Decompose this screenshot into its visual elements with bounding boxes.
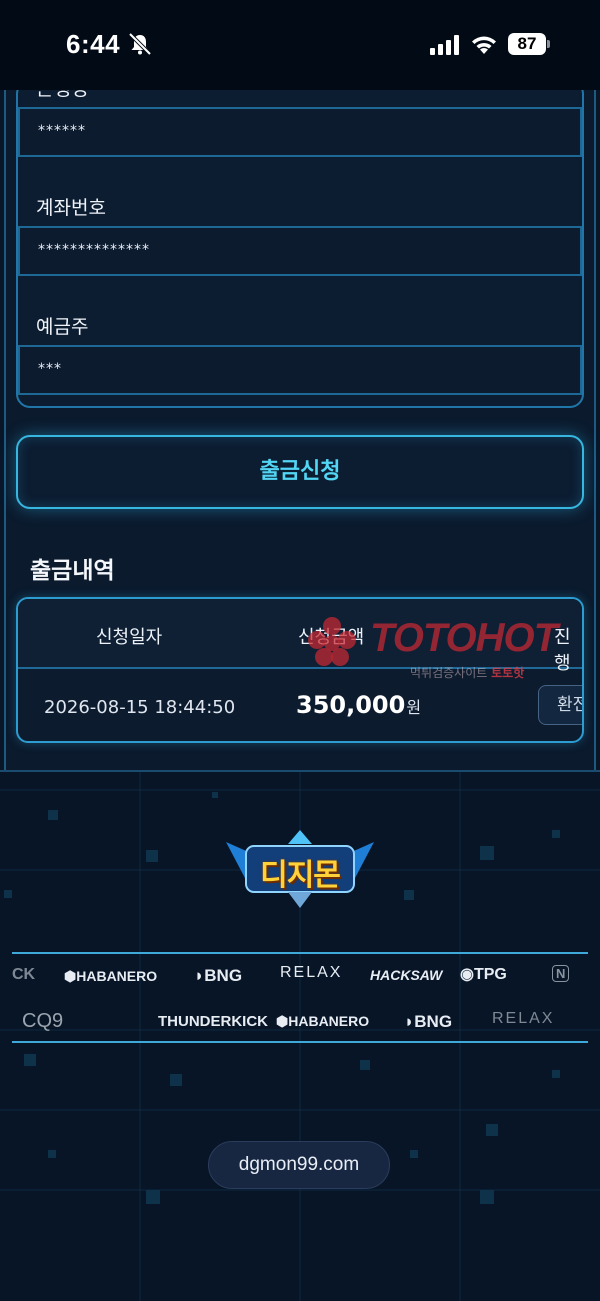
provider-logo: HACKSAW [370, 967, 443, 983]
bell-slash-icon [128, 33, 152, 55]
account-holder-field[interactable]: *** [18, 345, 582, 395]
provider-logo: RELAX [280, 964, 343, 981]
wifi-icon [472, 36, 496, 54]
column-header-status: 진행 [554, 627, 571, 674]
site-logo[interactable]: 디지몬 [222, 830, 378, 910]
provider-logo: CQ9 [22, 1010, 64, 1032]
status-bar: 6:44 87 [0, 0, 600, 90]
bank-name-label: 은행명 [36, 90, 88, 101]
footer-divider [0, 770, 600, 772]
footer: 디지몬 CK ⬢ HABANERO ◗BNG RELAX HACKSAW ◉TP… [0, 770, 600, 1301]
bng-icon: ◗ [404, 1012, 415, 1031]
row-amount-value: 350,000 [296, 691, 406, 719]
provider-logo: THUNDERKICK [158, 1013, 268, 1030]
bank-name-field[interactable]: ****** [18, 107, 582, 157]
provider-logo: ⬢ HABANERO [276, 1013, 370, 1029]
hexagon-icon: ⬢ [276, 1013, 289, 1029]
provider-logo: RELAX [492, 1010, 555, 1027]
status-time: 6:44 [66, 29, 121, 59]
battery-icon: 87 [508, 33, 550, 55]
withdraw-history-title: 출금내역 [30, 558, 115, 584]
account-number-field[interactable]: ************** [18, 226, 582, 276]
row-amount: 350,000원 [296, 691, 421, 719]
hexagon-icon: ⬢ [64, 968, 77, 984]
account-number-label: 계좌번호 [36, 197, 106, 219]
domain-url-pill[interactable]: dgmon99.com [208, 1141, 390, 1189]
row-amount-unit: 원 [406, 698, 422, 717]
provider-logo: ◗BNG [194, 966, 243, 985]
game-providers-strip: CK ⬢ HABANERO ◗BNG RELAX HACKSAW ◉TPG N … [12, 952, 588, 1043]
logo-text: 디지몬 [260, 858, 341, 893]
account-holder-label: 예금주 [36, 316, 89, 338]
provider-logo: N [552, 965, 570, 982]
withdraw-history-table: 신청일자 신청금액 진행 2026-08-15 18:44:50 350,000… [16, 597, 584, 743]
withdraw-request-button[interactable]: 출금신청 [16, 435, 584, 509]
table-header: 신청일자 신청금액 진행 [18, 599, 582, 674]
row-status-badge[interactable]: 환전 [538, 685, 582, 725]
page-content: 은행명 ****** 계좌번호 ************** 예금주 *** 출… [0, 90, 600, 1301]
provider-logo: ◗BNG [404, 1012, 453, 1031]
bng-icon: ◗ [194, 966, 205, 985]
circle-logo-icon: ◉ [460, 966, 474, 983]
row-date: 2026-08-15 18:44:50 [44, 697, 236, 718]
provider-logo: CK [12, 966, 36, 983]
provider-logo: ◉TPG [460, 966, 507, 983]
provider-logo: ⬢ HABANERO [64, 968, 158, 984]
column-header-date: 신청일자 [96, 627, 163, 648]
column-header-amount: 신청금액 [298, 627, 365, 648]
signal-icon [430, 35, 459, 55]
battery-level: 87 [508, 33, 546, 55]
